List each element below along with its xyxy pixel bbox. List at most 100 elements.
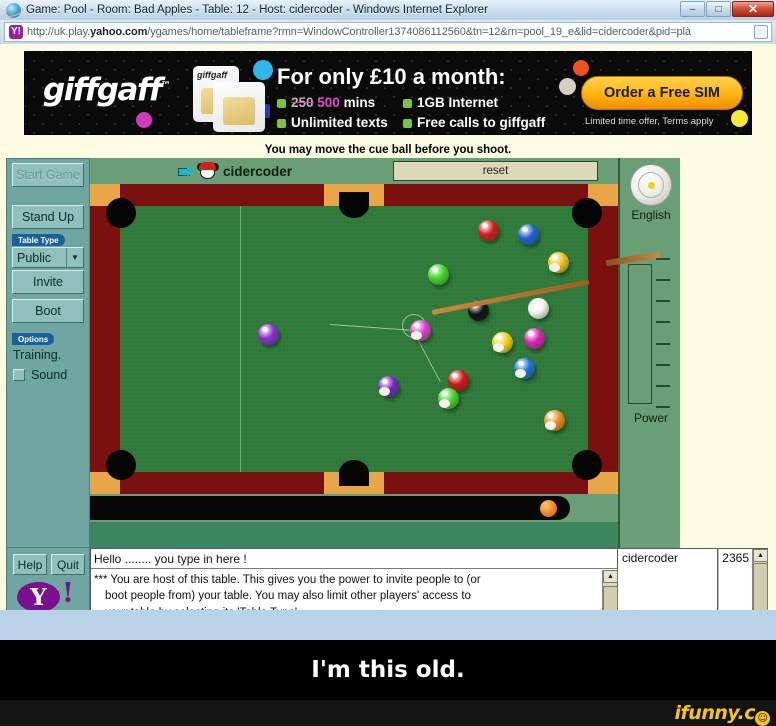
ad-bullet-calls: Free calls to giffgaff bbox=[403, 115, 545, 130]
quit-button[interactable]: Quit bbox=[51, 554, 85, 575]
ball-highlight bbox=[518, 361, 524, 366]
ad-brand-text: giffgaff bbox=[43, 72, 162, 108]
ball-highlight bbox=[262, 327, 268, 332]
bullet-dot-icon bbox=[403, 118, 412, 128]
chat-line: boot people from) your table. You may al… bbox=[105, 590, 471, 603]
sound-checkbox-row[interactable]: Sound bbox=[13, 368, 67, 382]
power-tick bbox=[656, 300, 670, 303]
bullet-dot-icon bbox=[277, 98, 286, 108]
ad-decor-yellow-circle bbox=[731, 110, 748, 127]
power-slider-track[interactable] bbox=[628, 264, 652, 404]
purple-stripe-ball[interactable] bbox=[378, 376, 399, 397]
minimize-button[interactable]: – bbox=[680, 1, 705, 17]
power-tick bbox=[656, 363, 670, 366]
close-button[interactable]: ✕ bbox=[732, 1, 774, 17]
english-power-panel: English Power bbox=[605, 158, 680, 548]
chat-scroll-thumb[interactable] bbox=[603, 586, 618, 610]
help-button[interactable]: Help bbox=[13, 554, 47, 575]
yahoo-logo: Y ! bbox=[17, 580, 74, 610]
red-solid-ball[interactable] bbox=[478, 220, 499, 241]
cue-stick[interactable] bbox=[431, 279, 590, 315]
url-prefix: http://uk.play. bbox=[27, 26, 91, 38]
yahoo-bang-icon: Y! bbox=[9, 25, 23, 39]
yellow-stripe-ball[interactable] bbox=[548, 252, 569, 273]
training-label: Training. bbox=[13, 348, 62, 362]
meme-caption: I'm this old. bbox=[0, 640, 776, 700]
avatar-hat bbox=[199, 162, 216, 170]
ad-bullet-mins: 250 500 mins bbox=[277, 95, 375, 110]
rating-scroll-up-button[interactable]: ▲ bbox=[753, 549, 768, 562]
caption-text: I'm this old. bbox=[311, 657, 465, 683]
magenta-solid-ball[interactable] bbox=[524, 328, 545, 349]
sim-chip-front-icon bbox=[223, 97, 255, 125]
sound-label: Sound bbox=[31, 368, 68, 382]
chat-input[interactable] bbox=[91, 549, 617, 569]
pocket-bottom-middle bbox=[339, 460, 369, 486]
magenta-stripe-ball[interactable] bbox=[410, 320, 431, 341]
ball-highlight bbox=[552, 255, 558, 260]
power-tick bbox=[656, 342, 670, 345]
chat-panel: *** You are host of this table. This giv… bbox=[90, 548, 618, 610]
boot-button[interactable]: Boot bbox=[12, 299, 84, 323]
orange-stripe-ball[interactable] bbox=[544, 410, 565, 431]
chevron-down-icon[interactable]: ▼ bbox=[66, 248, 83, 267]
cue-ball-notice: You may move the cue ball before you sho… bbox=[264, 144, 512, 156]
giffgaff-ad-banner[interactable]: giffgaff™ giffgaff For only £10 a month:… bbox=[24, 51, 752, 135]
power-tick-marks bbox=[656, 258, 674, 410]
browser-window: Game: Pool - Room: Bad Apples - Table: 1… bbox=[0, 0, 776, 640]
pocket-top-middle bbox=[339, 192, 369, 218]
address-input[interactable]: Y! http://uk.play.yahoo.com/ygames/home/… bbox=[4, 22, 772, 42]
pocket-bottom-left bbox=[106, 450, 136, 480]
head-string-line bbox=[240, 206, 241, 472]
green-solid-ball[interactable] bbox=[428, 264, 449, 285]
url-suffix: /ygames/home/tableframe?rmn=WindowContro… bbox=[147, 26, 691, 38]
yellow-solid-ball[interactable] bbox=[492, 332, 513, 353]
power-tick bbox=[656, 321, 670, 324]
pocket-bottom-right bbox=[572, 450, 602, 480]
sound-checkbox[interactable] bbox=[13, 369, 25, 381]
bullet-dot-icon bbox=[403, 98, 412, 108]
blue-stripe-ball[interactable] bbox=[514, 358, 535, 379]
table-felt[interactable] bbox=[120, 206, 590, 472]
address-bar: Y! http://uk.play.yahoo.com/ygames/home/… bbox=[0, 20, 776, 44]
rating-scrollbar[interactable]: ▲ ▼ bbox=[752, 549, 768, 610]
english-label: English bbox=[631, 208, 671, 222]
watermark-text: ifunny.c bbox=[674, 702, 756, 724]
window-title: Game: Pool - Room: Bad Apples - Table: 1… bbox=[26, 4, 488, 16]
chat-scroll-up-button[interactable]: ▲ bbox=[603, 570, 618, 583]
english-control[interactable] bbox=[630, 164, 672, 206]
green-stripe-ball[interactable] bbox=[438, 388, 459, 409]
reset-button[interactable]: reset bbox=[393, 161, 598, 181]
ball-highlight bbox=[432, 267, 438, 272]
url-domain: yahoo.com bbox=[90, 26, 148, 38]
pocketed-balls-tray bbox=[90, 494, 618, 522]
player-list-panel[interactable]: cidercoder bbox=[618, 548, 718, 610]
title-bar: Game: Pool - Room: Bad Apples - Table: 1… bbox=[0, 0, 776, 20]
ball-highlight bbox=[482, 223, 488, 228]
white-cue-ball[interactable] bbox=[528, 298, 549, 319]
pool-table[interactable] bbox=[90, 184, 618, 494]
ad-brand-tm: ™ bbox=[160, 80, 171, 92]
invite-button[interactable]: Invite bbox=[12, 270, 84, 294]
ad-mins-new: 500 bbox=[317, 95, 340, 110]
table-type-select[interactable]: Public ▼ bbox=[12, 247, 84, 268]
blue-solid-ball[interactable] bbox=[518, 224, 539, 245]
rating-scroll-thumb[interactable] bbox=[753, 563, 768, 610]
sim-card-label: giffgaff bbox=[197, 70, 228, 80]
ball-highlight bbox=[532, 301, 538, 306]
maximize-button[interactable]: □ bbox=[706, 1, 731, 17]
stand-up-button[interactable]: Stand Up bbox=[12, 205, 84, 229]
ball-highlight bbox=[414, 323, 420, 328]
turn-arrow-icon bbox=[178, 165, 195, 177]
ad-decor-blue-circle bbox=[253, 60, 273, 80]
chat-scrollbar[interactable]: ▲ ▼ bbox=[602, 570, 618, 610]
feed-icon[interactable] bbox=[754, 25, 768, 39]
ball-highlight bbox=[522, 227, 528, 232]
purple-solid-ball[interactable] bbox=[258, 324, 279, 345]
power-tick bbox=[656, 258, 670, 260]
chat-line: your table by selecting its 'Table Type'… bbox=[94, 605, 598, 610]
watermark-bar: ifunny.c ☺ bbox=[0, 700, 776, 726]
order-free-sim-button[interactable]: Order a Free SIM bbox=[581, 76, 743, 110]
address-url: http://uk.play.yahoo.com/ygames/home/tab… bbox=[27, 26, 754, 38]
start-game-button[interactable]: Start Game bbox=[12, 163, 84, 187]
